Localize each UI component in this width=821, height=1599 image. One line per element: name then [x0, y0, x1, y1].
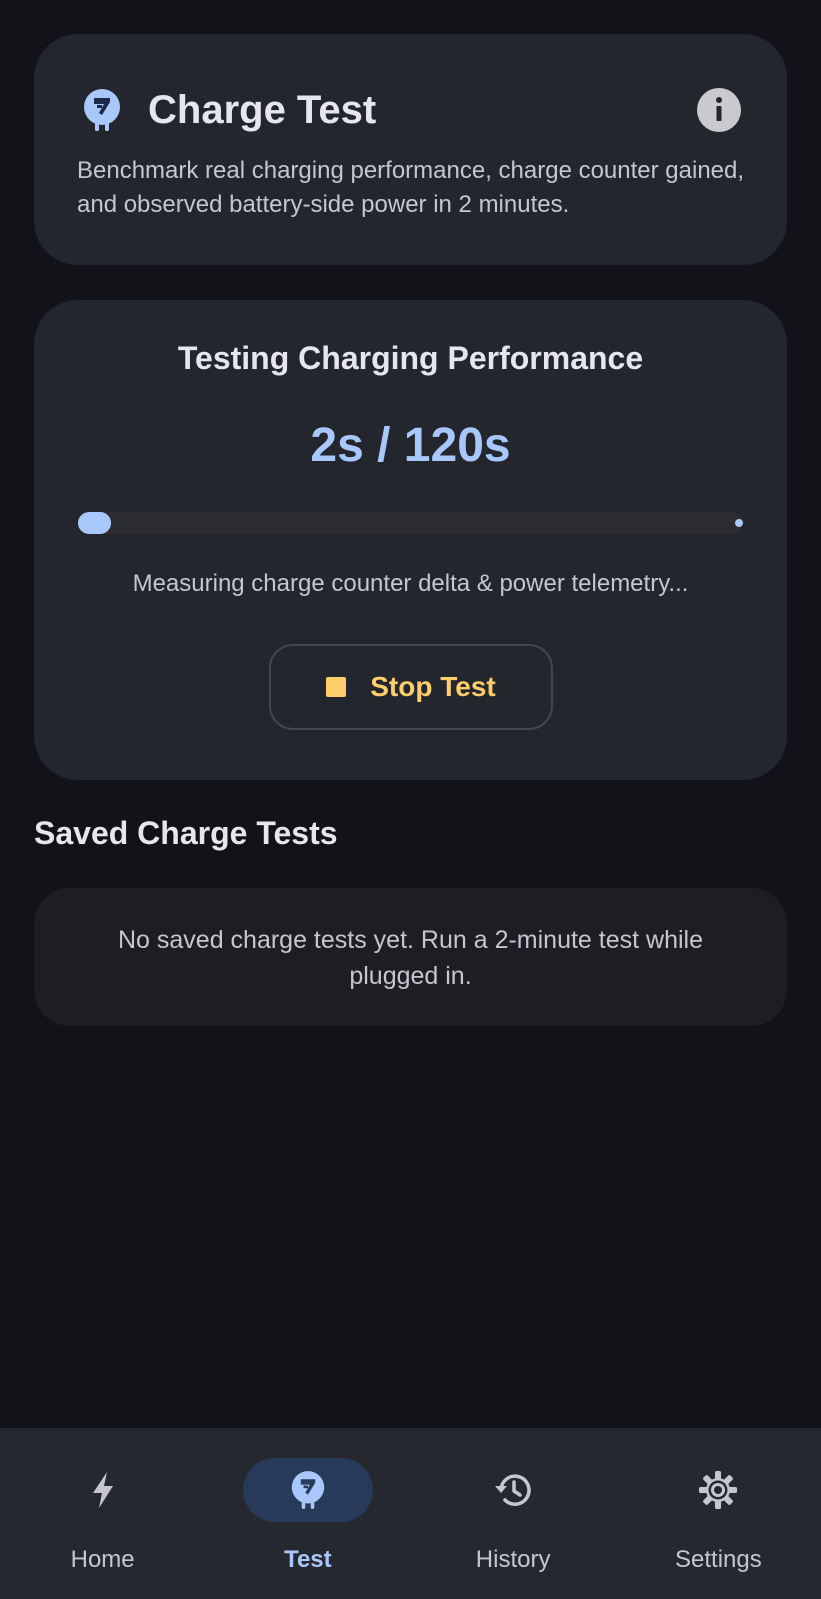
gear-icon [699, 1471, 738, 1509]
nav-label-history: History [475, 1546, 551, 1573]
nav-icon-container [38, 1458, 168, 1522]
nav-icon-container [242, 1458, 373, 1522]
nav-label-home: Home [70, 1546, 135, 1573]
header-description: Benchmark real charging performance, cha… [77, 157, 745, 218]
charge-test-screen: Charge Test Benchmark real charging perf… [0, 0, 821, 1599]
test-title: Testing Charging Performance [177, 340, 644, 376]
bottom-navigation: Home Test History Settings [0, 1428, 821, 1599]
saved-empty-card: No saved charge tests yet. Run a 2-minut… [34, 888, 787, 1026]
charge-test-icon [291, 1471, 325, 1509]
nav-icon-container [653, 1458, 783, 1522]
nav-label-test: Test [284, 1546, 332, 1573]
test-status: Measuring charge counter delta & power t… [132, 570, 689, 597]
progress-track [98, 512, 743, 534]
stop-icon [326, 677, 347, 697]
nav-item-history[interactable]: History [411, 1428, 616, 1599]
test-card: Testing Charging Performance 2s / 120s M… [34, 300, 787, 780]
nav-item-test[interactable]: Test [205, 1428, 410, 1599]
nav-icon-container [448, 1458, 578, 1522]
progress-knob [88, 512, 111, 534]
history-icon [495, 1474, 531, 1506]
nav-item-home[interactable]: Home [0, 1428, 205, 1599]
header-row: Charge Test [80, 80, 741, 140]
nav-item-settings[interactable]: Settings [616, 1428, 821, 1599]
test-progress-bar [78, 512, 743, 534]
stop-test-button[interactable]: Stop Test [269, 644, 553, 730]
stop-test-label: Stop Test [370, 671, 496, 702]
charge-test-icon [80, 88, 124, 132]
saved-section-title: Saved Charge Tests [34, 815, 338, 851]
info-icon [716, 97, 722, 121]
header-card: Charge Test Benchmark real charging perf… [34, 34, 787, 265]
saved-empty-message: No saved charge tests yet. Run a 2-minut… [117, 926, 703, 990]
bolt-icon [92, 1472, 113, 1508]
page-title: Charge Test [148, 87, 377, 132]
nav-label-settings: Settings [675, 1546, 762, 1573]
info-button[interactable] [697, 88, 741, 132]
test-progress-text: 2s / 120s [310, 419, 511, 472]
progress-end-dot [735, 519, 743, 527]
